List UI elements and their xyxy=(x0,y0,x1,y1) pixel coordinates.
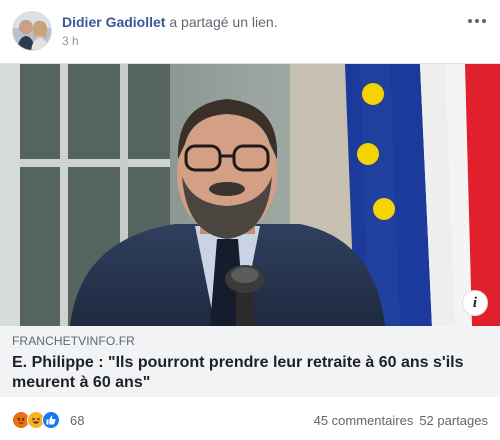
link-meta[interactable]: FRANCHETVINFO.FR E. Philippe : "Ils pour… xyxy=(0,326,500,397)
link-preview-image[interactable]: i xyxy=(0,64,500,326)
link-title[interactable]: E. Philippe : "Ils pourront prendre leur… xyxy=(12,353,488,393)
post-timestamp[interactable]: 3 h xyxy=(62,34,79,48)
engagement-counts: 45 commentaires 52 partages xyxy=(314,413,488,428)
ellipsis-icon[interactable] xyxy=(466,14,488,28)
like-reaction-icon xyxy=(42,411,60,429)
comments-count-link[interactable]: 45 commentaires xyxy=(314,413,414,428)
post-author-line: Didier Gadiollet a partagé un lien. xyxy=(62,14,278,30)
shared-link-card[interactable]: i FRANCHETVINFO.FR E. Philippe : "Ils po… xyxy=(0,63,500,397)
author-name-link[interactable]: Didier Gadiollet xyxy=(62,14,165,30)
post-header: Didier Gadiollet a partagé un lien. 3 h xyxy=(0,0,500,62)
reaction-icons[interactable] xyxy=(12,411,60,429)
shares-count-link[interactable]: 52 partages xyxy=(419,413,488,428)
avatar[interactable] xyxy=(12,11,52,51)
reactions-bar: 68 45 commentaires 52 partages xyxy=(0,397,500,440)
post-action-text: a partagé un lien. xyxy=(169,14,278,30)
reaction-count[interactable]: 68 xyxy=(70,413,84,428)
info-icon[interactable]: i xyxy=(462,290,488,316)
link-domain: FRANCHETVINFO.FR xyxy=(12,334,135,348)
